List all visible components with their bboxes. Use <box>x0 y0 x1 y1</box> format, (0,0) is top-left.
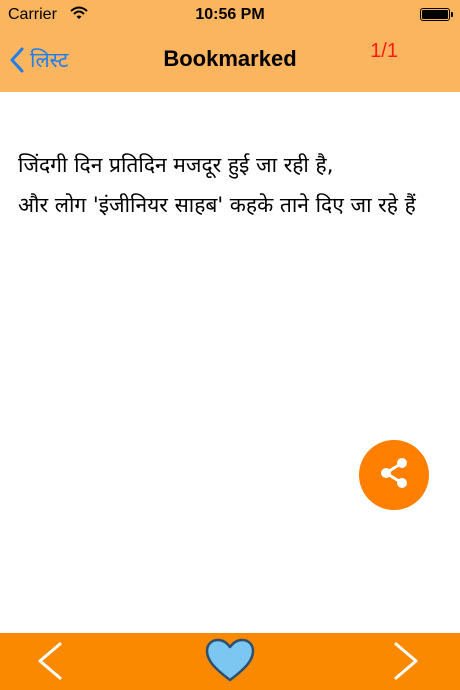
share-icon <box>376 455 412 495</box>
share-button[interactable] <box>359 440 429 510</box>
battery-icon <box>420 8 453 21</box>
bookmark-counter: 1/1 <box>370 40 398 62</box>
quote-text: जिंदगी दिन प्रतिदिन मजदूर हुई जा रही है,… <box>18 145 438 225</box>
bottom-toolbar <box>0 633 460 690</box>
status-bar: Carrier 10:56 PM <box>0 0 460 30</box>
bookmark-heart-button[interactable] <box>204 637 256 687</box>
quote-line-2: और लोग 'इंजीनियर साहब' कहके ताने दिए जा … <box>18 193 416 217</box>
heart-icon <box>204 638 256 687</box>
previous-arrow-icon <box>34 642 64 685</box>
next-button[interactable] <box>392 641 422 685</box>
navigation-bar: लिस्ट Bookmarked 1/1 <box>0 30 460 92</box>
next-arrow-icon <box>392 642 422 685</box>
quote-line-1: जिंदगी दिन प्रतिदिन मजदूर हुई जा रही है, <box>18 153 334 177</box>
previous-button[interactable] <box>34 641 64 685</box>
status-time: 10:56 PM <box>195 6 265 23</box>
